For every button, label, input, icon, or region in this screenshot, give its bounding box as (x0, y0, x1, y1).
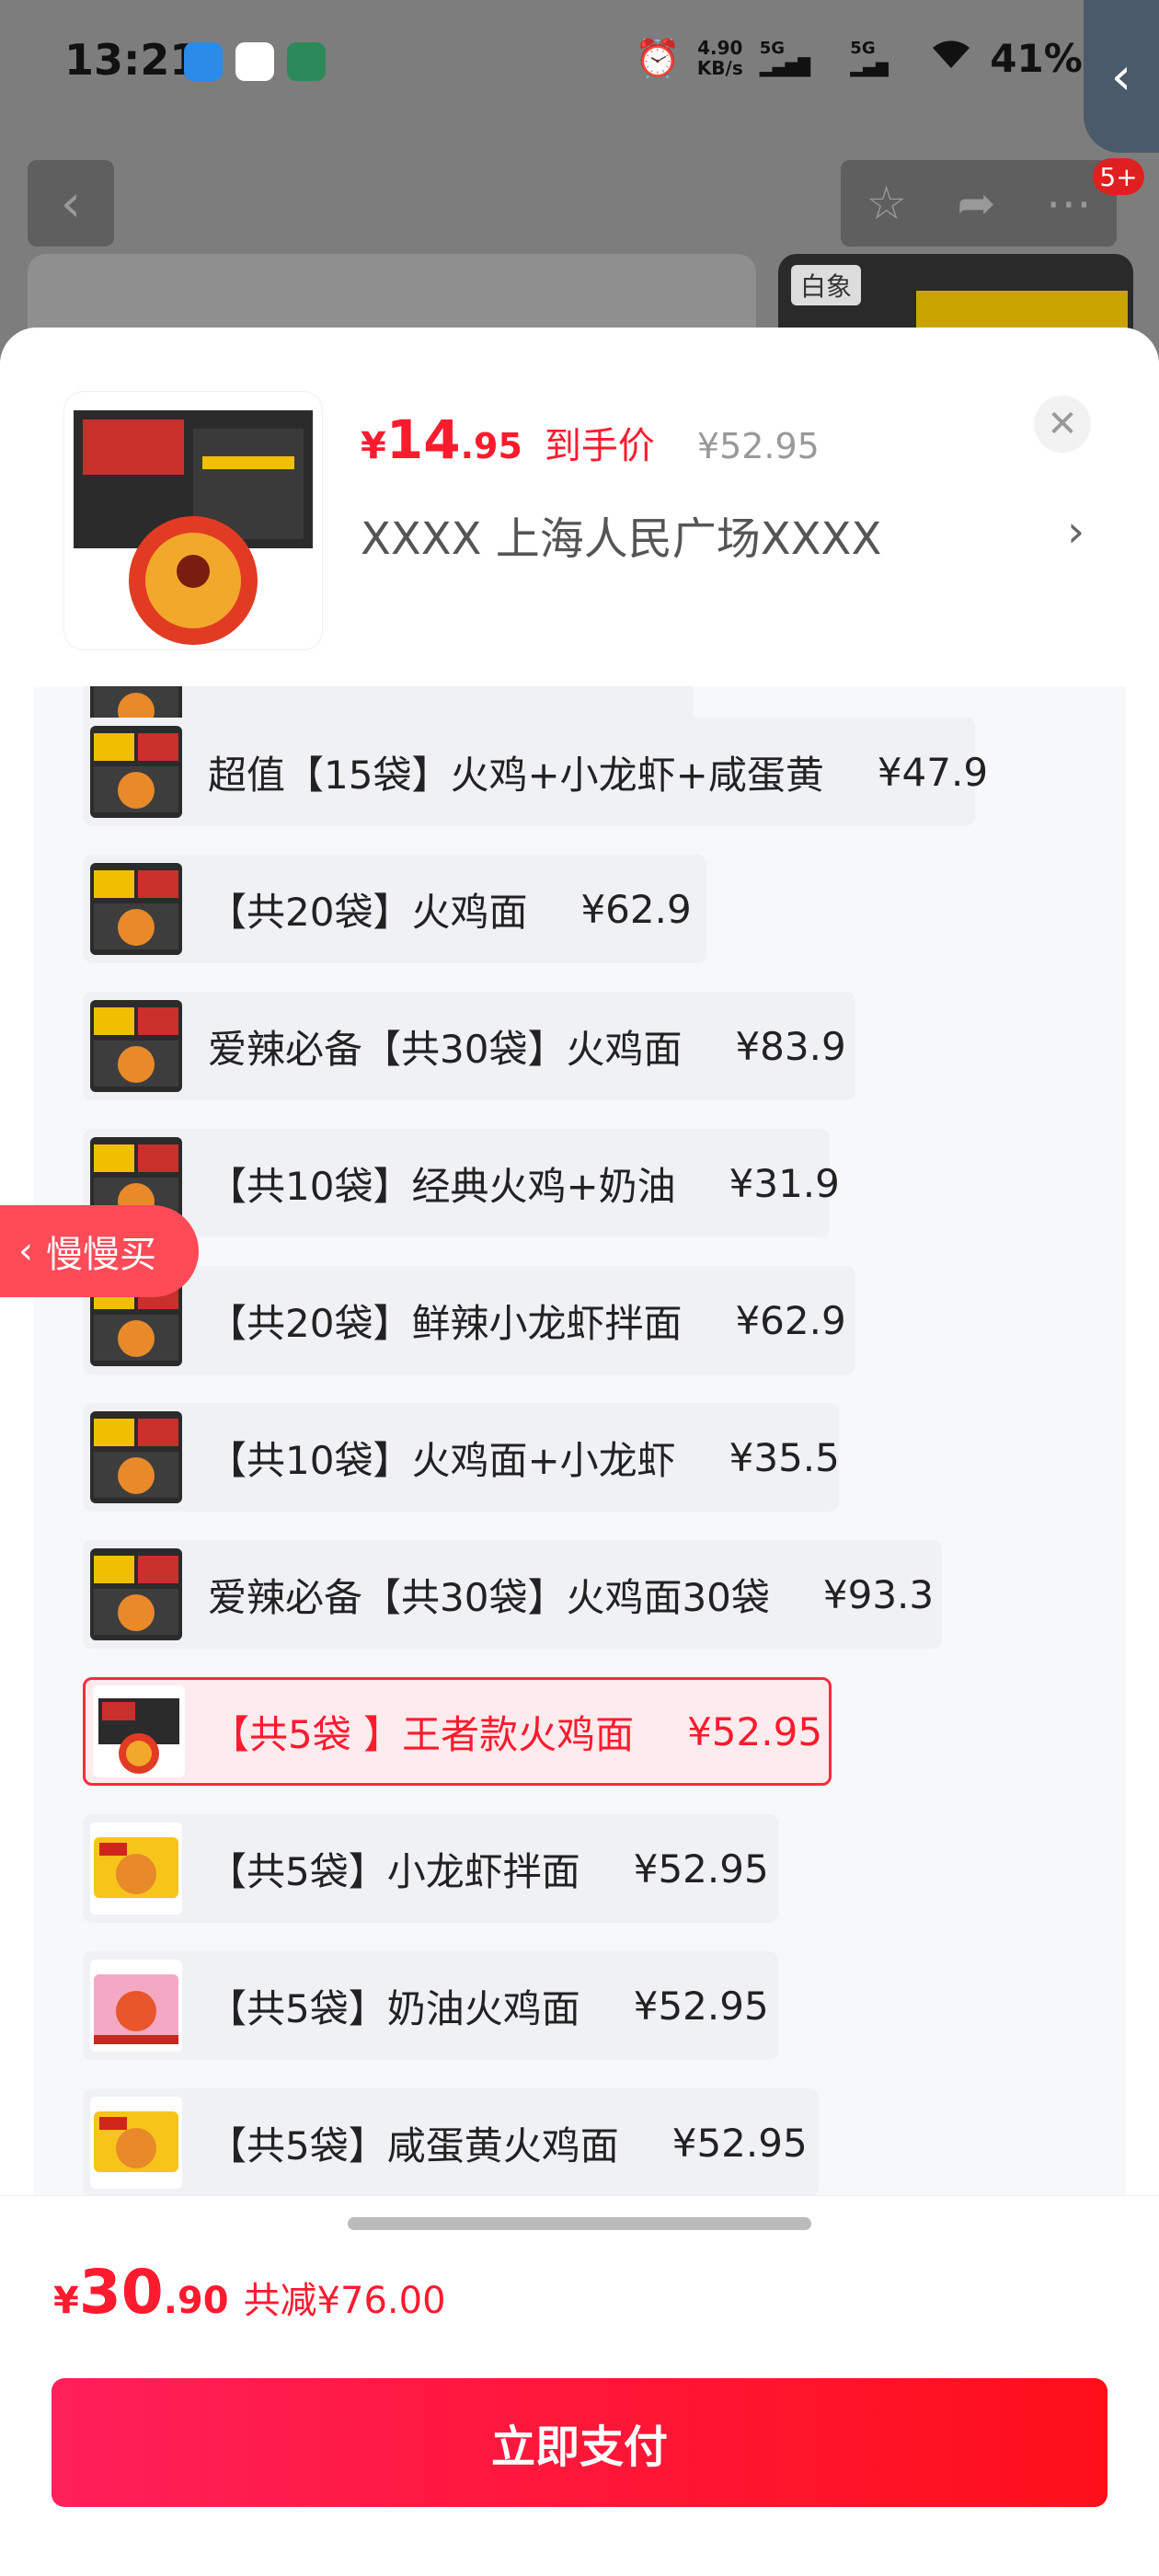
option-price: ¥47.9 (877, 749, 989, 795)
option-price: ¥31.9 (729, 1160, 840, 1206)
signal-icon: 5G ▂▄▆ (850, 39, 889, 77)
notification-icons (184, 42, 326, 81)
sku-option[interactable]: 爱辣必备【共30袋】火鸡面 ¥83.9 (83, 992, 855, 1100)
checkout-footer: ¥ 30 .90 共减¥76.00 立即支付 (0, 2195, 1159, 2576)
edge-collapse-tab[interactable]: ‹ (1084, 0, 1159, 153)
option-thumbnail (90, 1411, 182, 1503)
price-line: ¥ 14 .95 到手价 ¥52.95 (361, 408, 820, 471)
option-label: 【共10袋】火鸡面+小龙虾 (208, 1437, 676, 1483)
star-icon[interactable]: ☆ (866, 177, 907, 230)
app-notification-icon (235, 42, 274, 81)
option-label: 【共5袋 】王者款火鸡面 (211, 1711, 635, 1757)
sku-option[interactable]: 【共5袋 】王者款火鸡面 ¥52.95 (83, 1677, 832, 1786)
option-price: ¥62.9 (580, 886, 692, 932)
sku-option[interactable]: 【共10袋】火鸡面+小龙虾 ¥35.5 (83, 1403, 840, 1512)
close-button[interactable]: ✕ (1034, 396, 1091, 453)
network-speed: 4.90 KB/s (696, 37, 743, 79)
share-icon[interactable]: ➦ (957, 177, 995, 230)
more-icon[interactable]: ⋯ (1046, 177, 1092, 230)
app-notification-icon (184, 42, 223, 81)
option-label: 【共5袋】奶油火鸡面 (208, 1985, 580, 2031)
option-thumbnail (90, 863, 182, 955)
option-price: ¥62.9 (735, 1297, 846, 1343)
final-price-label: 到手价 (544, 425, 655, 467)
option-thumbnail (90, 1548, 182, 1640)
option-price: ¥93.3 (822, 1571, 935, 1617)
option-price: ¥52.95 (633, 1846, 769, 1892)
option-price: ¥83.9 (735, 1023, 846, 1069)
option-label: 【共5袋】小龙虾拌面 (208, 1848, 580, 1894)
total-price: ¥ 30 .90 共减¥76.00 (53, 2257, 446, 2328)
signal-icon: 5G ▂▄▆█ (759, 39, 811, 77)
option-thumbnail (90, 2097, 182, 2189)
wifi-icon (929, 35, 973, 81)
option-label: 超值【15袋】火鸡+小龙虾+咸蛋黄 (208, 752, 824, 798)
battery-percent: 41% (990, 35, 1083, 81)
back-button[interactable]: ‹ (28, 160, 114, 247)
top-actions: ☆ ➦ ⋯ (841, 160, 1117, 247)
option-thumbnail (93, 1685, 185, 1777)
sheet-header: ¥ 14 .95 到手价 ¥52.95 XXXX 上海人民广场XXXX › ✕ (0, 328, 1159, 686)
sku-option[interactable]: 【共5袋】小龙虾拌面 ¥52.95 (83, 1814, 778, 1923)
sku-option[interactable]: 【共5袋】奶油火鸡面 ¥52.95 (83, 1951, 778, 2060)
product-image (64, 392, 322, 650)
status-time: 13:21 (64, 35, 200, 85)
sku-option[interactable]: 【共10袋】经典火鸡+奶油 ¥31.9 (83, 1129, 840, 1237)
option-label: 【共5袋】咸蛋黄火鸡面 (208, 2122, 619, 2168)
final-price: 14 (385, 408, 461, 471)
option-price: ¥52.95 (671, 2120, 808, 2166)
chevron-left-icon: ‹ (18, 1230, 33, 1272)
sku-option[interactable]: 【共5袋】咸蛋黄火鸡面 ¥52.95 (83, 2088, 819, 2195)
discount-text: 共减¥76.00 (243, 2280, 446, 2322)
store-name[interactable]: XXXX 上海人民广场XXXX (361, 502, 881, 567)
chevron-right-icon[interactable]: › (1067, 506, 1084, 558)
original-price: ¥52.95 (696, 426, 820, 466)
option-label: 【共10袋】经典火鸡+奶油 (208, 1163, 676, 1209)
sku-option[interactable]: 【共20袋】鲜辣小龙虾拌面 ¥62.9 (83, 1266, 855, 1374)
option-label: 【共20袋】鲜辣小龙虾拌面 (208, 1300, 683, 1346)
sku-option[interactable]: 【共20袋】火鸡面 ¥62.9 (83, 855, 706, 963)
sku-option[interactable]: 超值【15袋】火鸡+小龙虾+咸蛋黄 ¥47.9 (83, 718, 988, 826)
app-notification-icon (287, 42, 326, 81)
status-bar: 13:21 ⏰ 4.90 KB/s 5G ▂▄▆█ 5G ▂▄▆ 41% (0, 0, 1159, 129)
message-badge: 5+ (1093, 158, 1144, 195)
option-label: 爱辣必备【共30袋】火鸡面 (208, 1026, 683, 1072)
option-thumbnail (90, 1000, 182, 1092)
sku-option-list[interactable]: 超值【15袋】火鸡+小龙虾+咸蛋黄 ¥47.9 【共20袋】火鸡面 ¥62.9 爱辣必备… (33, 686, 1126, 2195)
option-thumbnail (90, 726, 182, 818)
status-right: ⏰ 4.90 KB/s 5G ▂▄▆█ 5G ▂▄▆ 41% (635, 35, 1159, 81)
sku-option[interactable]: 爱辣必备【共30袋】火鸡面30袋 ¥93.3 (83, 1540, 942, 1649)
slow-buy-button[interactable]: ‹ 慢慢买 (0, 1205, 199, 1297)
background-page: 13:21 ⏰ 4.90 KB/s 5G ▂▄▆█ 5G ▂▄▆ 41% ‹ ‹… (0, 0, 1159, 374)
option-price: ¥52.95 (633, 1983, 769, 2029)
sku-selector-sheet: ¥ 14 .95 到手价 ¥52.95 XXXX 上海人民广场XXXX › ✕ … (0, 328, 1159, 2576)
option-thumbnail (90, 1823, 182, 1915)
home-indicator[interactable] (348, 2217, 811, 2230)
option-label: 【共20袋】火鸡面 (208, 889, 528, 935)
alarm-icon: ⏰ (635, 37, 681, 80)
pay-now-button[interactable]: 立即支付 (52, 2378, 1107, 2507)
option-price: ¥35.5 (729, 1434, 840, 1480)
option-label: 爱辣必备【共30袋】火鸡面30袋 (208, 1574, 770, 1620)
option-thumbnail (90, 1960, 182, 2052)
option-price: ¥52.95 (687, 1708, 823, 1754)
